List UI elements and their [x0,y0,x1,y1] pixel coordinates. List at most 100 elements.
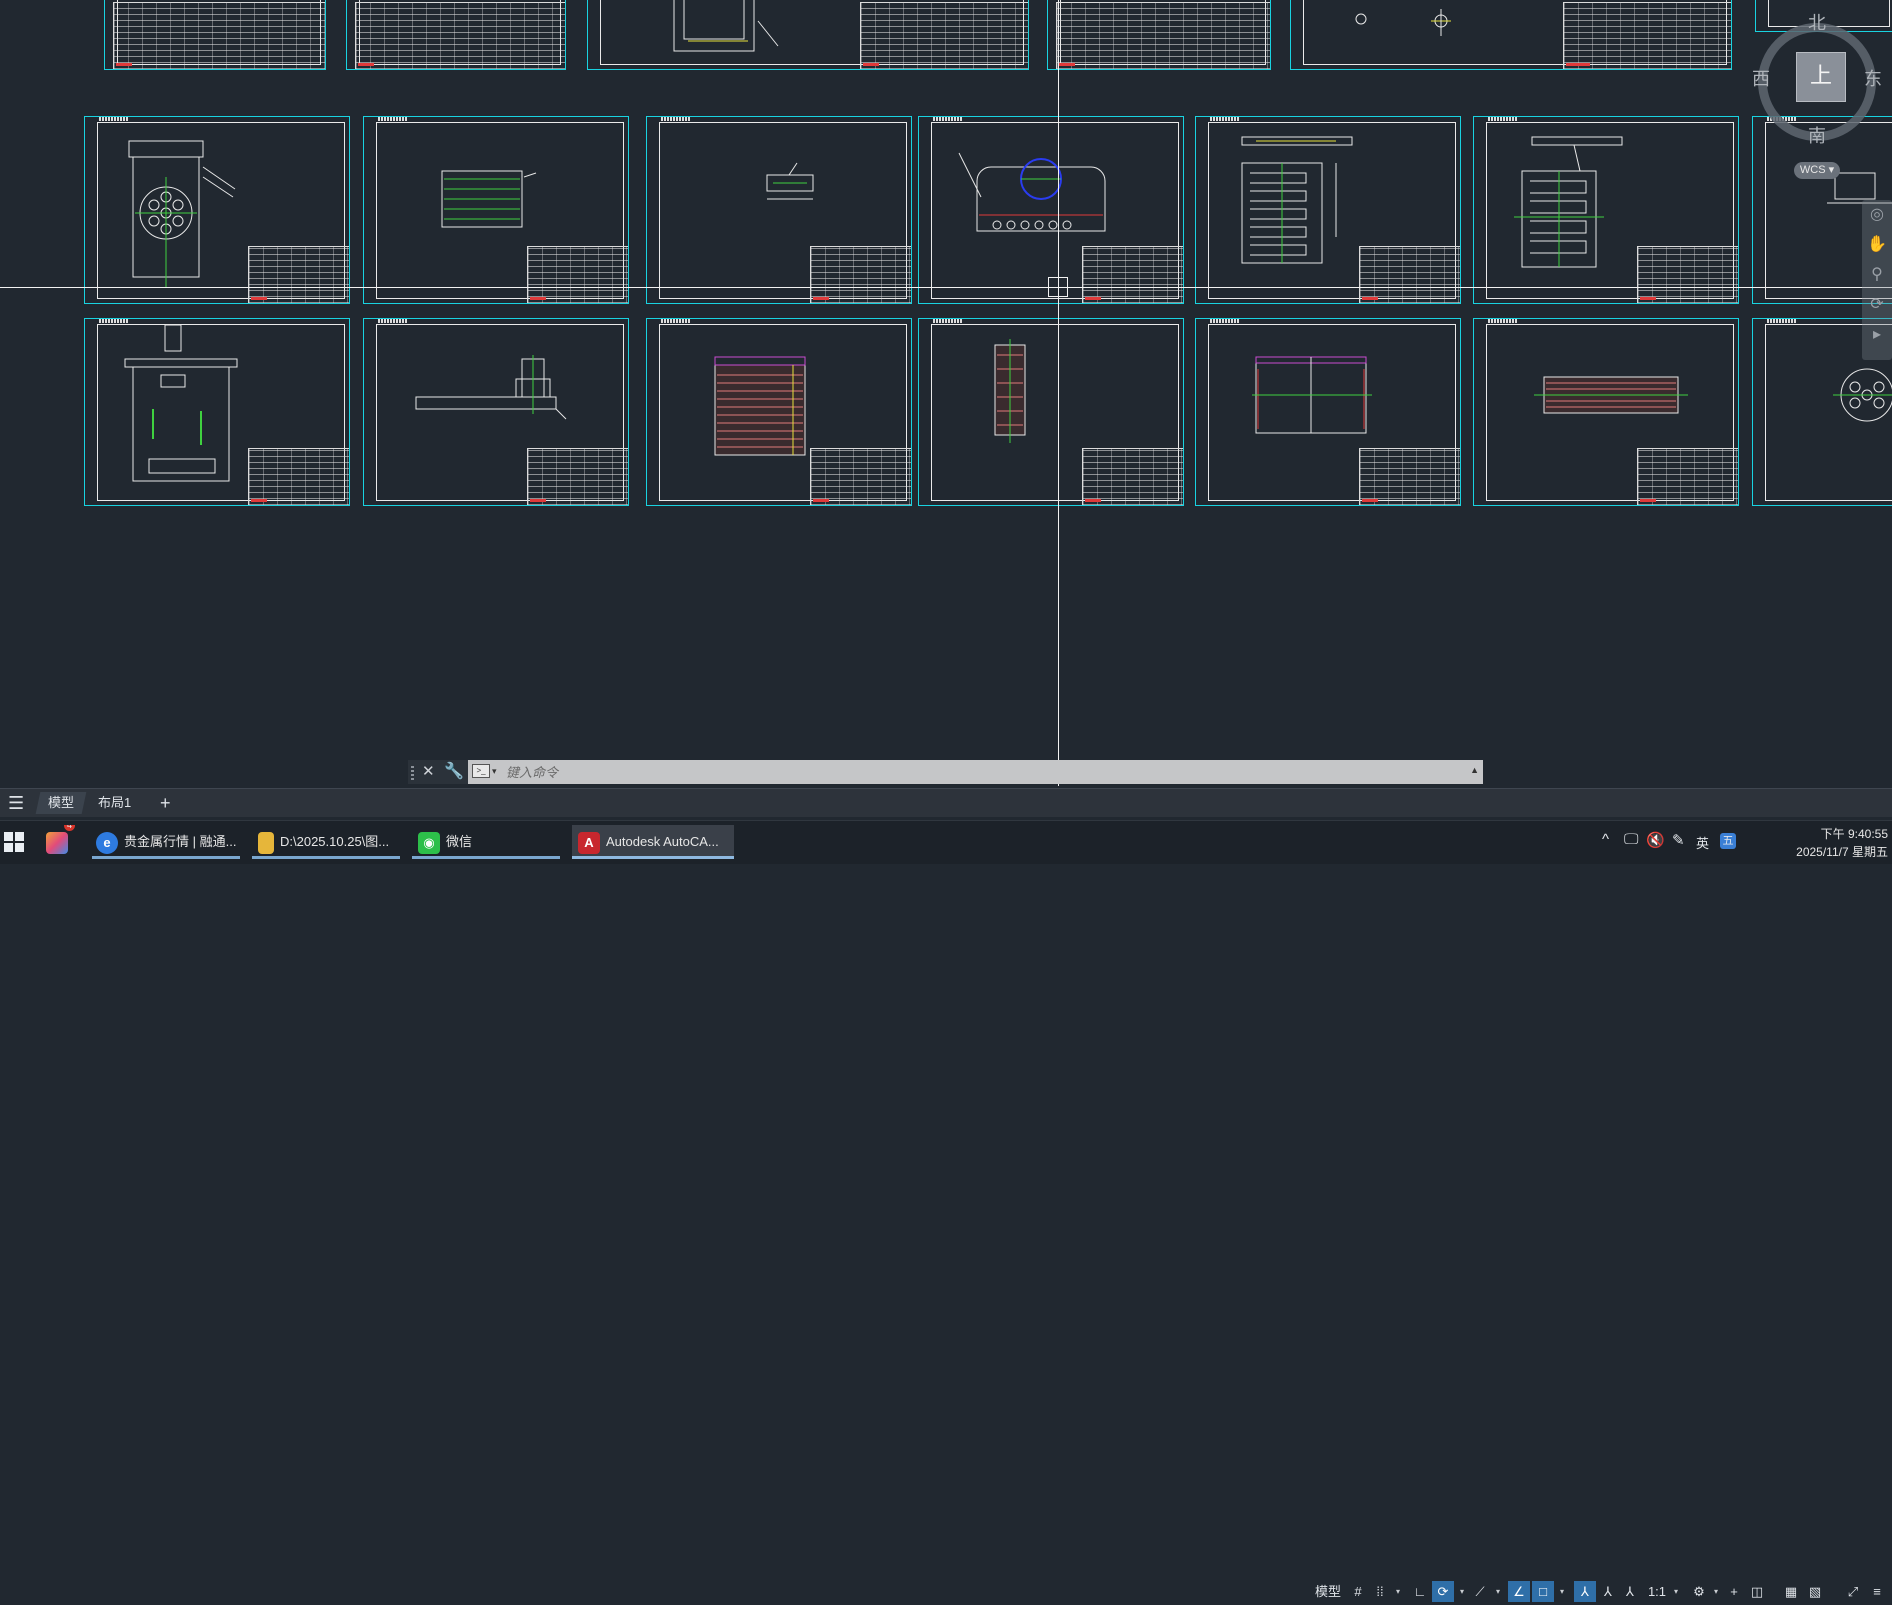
drawing-sheet[interactable] [646,116,912,304]
chevron-down-icon[interactable]: ▾ [1456,1581,1468,1602]
snap-icon[interactable]: ⁞⁞ [1370,1581,1390,1602]
taskbar-app-label: Autodesk AutoCA... [606,834,719,849]
viewcube-east[interactable]: 东 [1864,65,1882,91]
drawing-sheet[interactable] [363,318,629,506]
annotation-scale-value[interactable]: 1:1 [1644,1581,1670,1602]
taskbar-app-autocad[interactable]: A Autodesk AutoCA... [572,825,734,859]
status-bar: 模型 # ⁞⁞ ▾ ∟ ⟳ ▾ ⟋ ▾ ∠ □ ▾ ⅄ ⅄ ⅄ 1:1 ▾ ⚙ … [1310,1579,1892,1605]
chevron-down-icon[interactable]: ▾ [1710,1581,1722,1602]
taskbar-app-wechat[interactable]: ◉ 微信 [412,825,566,859]
menu-icon[interactable]: ☰ [8,793,24,814]
units-icon[interactable]: ◫ [1746,1581,1768,1602]
pen-icon[interactable]: ✎ [1672,831,1685,849]
fullscreen-icon[interactable]: ⤢ [1842,1581,1864,1602]
part-drawing [714,356,806,456]
add-layout-button[interactable]: + [150,792,181,814]
grid-icon[interactable]: # [1348,1581,1368,1602]
drawing-sheet[interactable] [587,0,1029,70]
drawing-sheet[interactable] [646,318,912,506]
viewcube-south[interactable]: 南 [1808,122,1826,148]
model-space-canvas[interactable]: 北 南 西 东 上 WCS ▾ ◎ ✋ ⚲ ⟳ ▸ [0,0,1892,786]
command-prompt-icon[interactable]: >_ [472,764,490,778]
wrench-icon[interactable]: 🔧 [444,761,464,781]
part-drawing [441,170,537,228]
command-line: >_ ▾ ▲ [468,760,1483,784]
chevron-up-icon[interactable]: ▲ [1470,765,1479,775]
chevron-up-icon[interactable]: ^ [1602,831,1609,848]
graphics-performance-icon[interactable]: ▧ [1804,1581,1826,1602]
drawing-sheet[interactable] [918,116,1184,304]
taskbar-app-widget[interactable]: 4 [46,825,76,859]
model-space-button[interactable]: 模型 [1312,1581,1344,1602]
wcs-label: WCS [1799,164,1826,176]
command-input[interactable] [504,762,1448,784]
clock-date[interactable]: 2025/11/7 星期五 [1796,843,1888,860]
viewcube-north[interactable]: 北 [1808,9,1826,35]
clock-time[interactable]: 下午 9:40:55 [1821,825,1888,842]
drawing-sheet[interactable] [1473,318,1739,506]
part-drawing [124,324,238,482]
showmotion-icon[interactable]: ▸ [1862,320,1892,350]
viewcube-west[interactable]: 西 [1752,65,1770,91]
drawing-sheet[interactable] [1473,116,1739,304]
part-drawing [1514,136,1623,268]
object-snap-icon[interactable]: □ [1532,1581,1554,1602]
pan-icon[interactable]: ✋ [1862,230,1892,260]
crosshair-icon[interactable]: + [1724,1581,1744,1602]
tab-layout1[interactable]: 布局1 [88,792,141,814]
viewcube-top-face[interactable]: 上 [1796,52,1846,102]
drawing-sheet[interactable] [1290,0,1732,70]
object-snap-tracking-icon[interactable]: ∠ [1508,1581,1530,1602]
start-icon[interactable] [4,832,24,852]
viewcube[interactable]: 北 南 西 东 上 [1748,5,1888,150]
system-tray: ^ 🖵 🔇 ✎ 英 五 下午 9:40:55 2025/11/7 星期五 [1602,821,1892,864]
customize-menu-icon[interactable]: ≡ [1866,1581,1888,1602]
drawing-sheet[interactable] [1047,0,1271,70]
title-block [1055,2,1270,69]
drawing-sheet[interactable] [104,0,326,70]
isodraft-icon[interactable]: ⟋ [1470,1581,1490,1602]
drawing-sheet[interactable] [363,116,629,304]
drawing-sheet[interactable] [1195,116,1461,304]
chevron-down-icon[interactable]: ▾ [1492,1581,1504,1602]
drawing-sheet[interactable] [346,0,566,70]
close-icon[interactable]: ✕ [422,762,435,780]
network-icon[interactable]: 🖵 [1624,831,1638,848]
drawing-sheet[interactable] [1195,318,1461,506]
ime-icon[interactable]: 五 [1720,833,1736,849]
taskbar-app-explorer[interactable]: D:\2025.10.25\图... [252,825,406,859]
taskbar-app-browser[interactable]: e 贵金属行情 | 融通... [92,825,244,859]
gear-icon[interactable]: ⚙ [1688,1581,1710,1602]
folder-icon [258,831,274,854]
chevron-down-icon[interactable]: ▾ [1556,1581,1568,1602]
drawing-sheet[interactable] [84,116,350,304]
chevron-down-icon[interactable]: ▾ [1392,1581,1404,1602]
orbit-icon[interactable]: ⟳ [1862,290,1892,320]
polar-tracking-icon[interactable]: ⟳ [1432,1581,1454,1602]
layout-tab-bar: ☰ 模型 布局1 + 模型 # ⁞⁞ ▾ ∟ ⟳ ▾ ⟋ ▾ ∠ □ ▾ ⅄ ⅄… [0,788,1892,1602]
chevron-down-icon[interactable]: ▾ [492,766,497,777]
navigation-bar[interactable]: ◎ ✋ ⚲ ⟳ ▸ [1862,200,1892,360]
drawing-sheet[interactable] [918,318,1184,506]
wcs-menu-button[interactable]: WCS ▾ [1794,162,1840,179]
chevron-down-icon[interactable]: ▾ [1670,1581,1682,1602]
input-method-indicator[interactable]: 英 [1696,833,1709,852]
steering-wheel-icon[interactable]: ◎ [1862,200,1892,230]
auto-scale-icon[interactable]: ⅄ [1598,1581,1618,1602]
drag-handle[interactable] [411,764,414,780]
volume-muted-icon[interactable]: 🔇 [1646,831,1665,849]
windows-taskbar: 4 e 贵金属行情 | 融通... D:\2025.10.25\图... ◉ 微信 … [0,820,1892,864]
part-drawing [1534,376,1688,414]
drawing-sheet[interactable] [84,318,350,506]
tab-model-label: 模型 [48,795,75,810]
annotation-visibility-icon[interactable]: ⅄ [1574,1581,1596,1602]
quick-properties-icon[interactable]: ▦ [1780,1581,1802,1602]
annotation-scale-icon[interactable]: ⅄ [1620,1581,1640,1602]
zoom-icon[interactable]: ⚲ [1862,260,1892,290]
part-drawing [415,355,567,420]
tab-model[interactable]: 模型 [35,792,87,814]
taskbar-app-label: D:\2025.10.25\图... [280,834,390,849]
ortho-icon[interactable]: ∟ [1410,1581,1430,1602]
title-block [354,2,565,69]
part-drawing [1241,136,1353,264]
